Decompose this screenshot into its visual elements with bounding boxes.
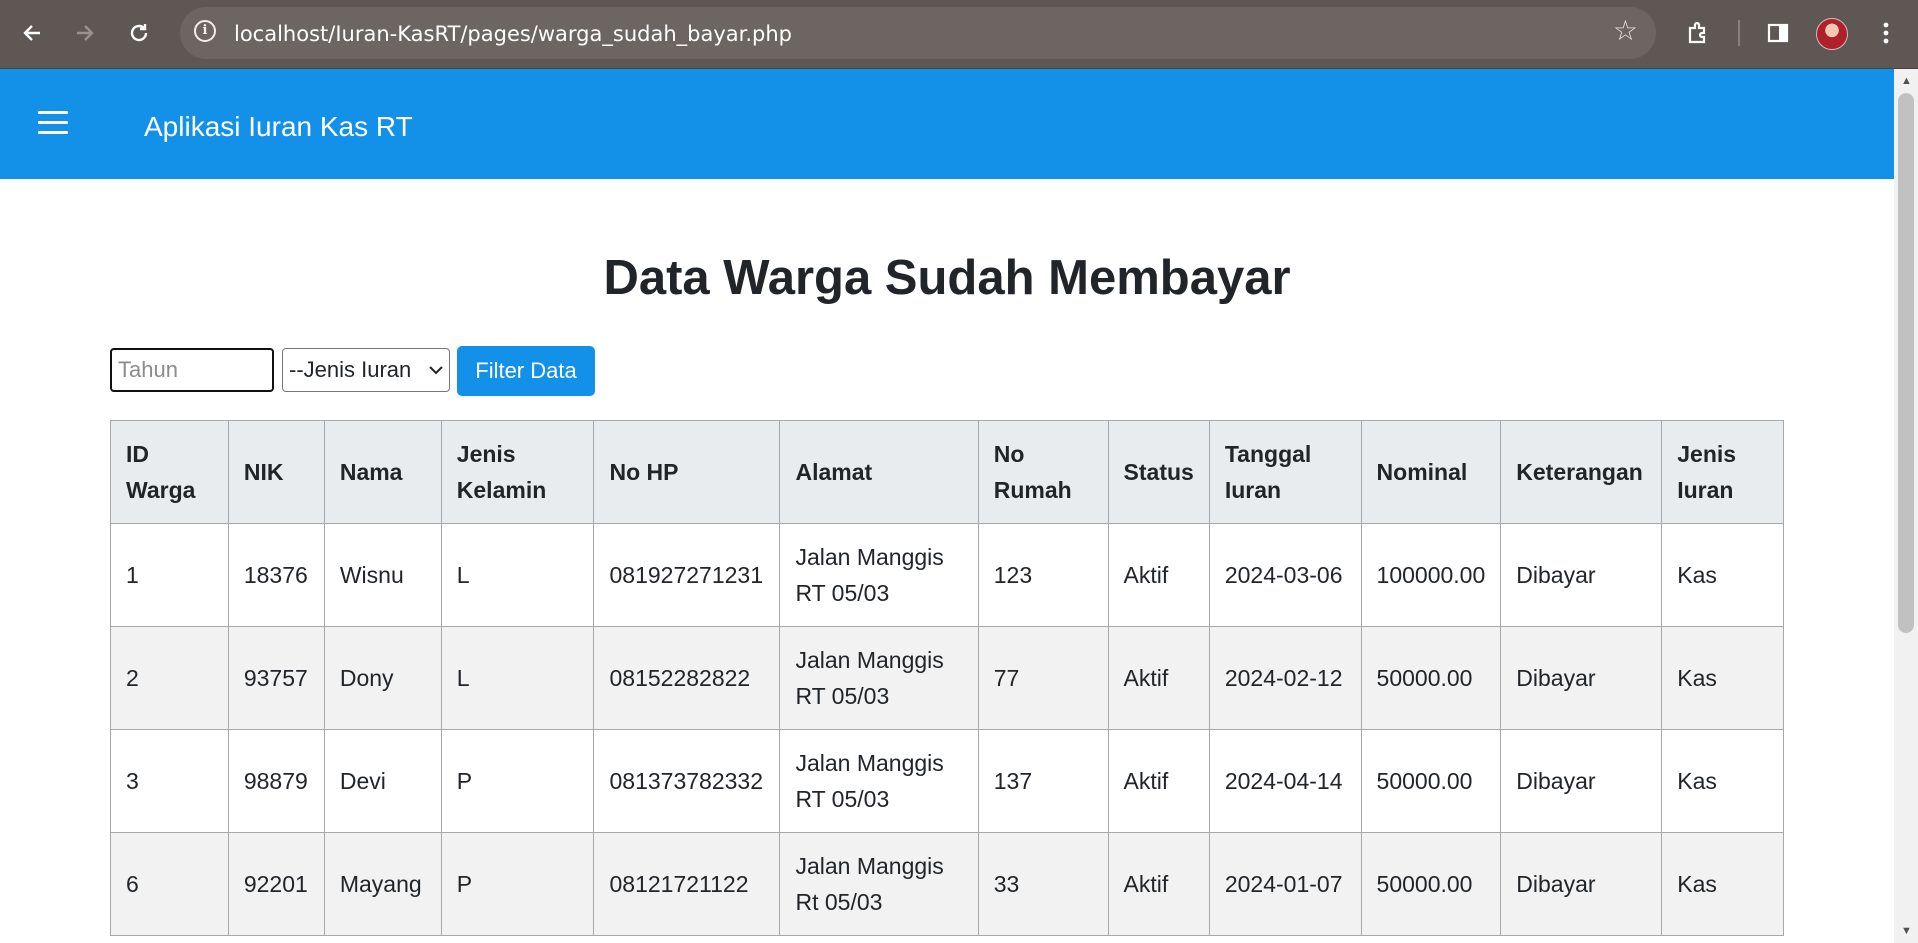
table-cell: 6	[110, 832, 229, 936]
menu-icon[interactable]	[1870, 17, 1902, 49]
table-cell: Jalan Manggis RT 05/03	[779, 523, 979, 627]
table-cell: 2	[110, 626, 229, 730]
table-cell: 3	[110, 729, 229, 833]
table-row: 6 92201 Mayang P 08121721122 Jalan Mangg…	[110, 832, 1784, 936]
table-cell: 18376	[227, 523, 325, 627]
column-header: Nominal	[1360, 420, 1502, 524]
table-cell: P	[440, 832, 595, 936]
table-cell: Kas	[1661, 832, 1784, 936]
column-header: Jenis Iuran	[1661, 420, 1784, 524]
table-cell: Mayang	[323, 832, 442, 936]
table-cell: 2024-03-06	[1208, 523, 1362, 627]
table-cell: Dibayar	[1500, 626, 1663, 730]
filter-data-button[interactable]: Filter Data	[457, 346, 595, 396]
iuran-type-select[interactable]: --Jenis Iuran	[282, 348, 450, 392]
column-header: Nama	[323, 420, 442, 524]
table-cell: Kas	[1661, 626, 1784, 730]
table-cell: Aktif	[1107, 729, 1210, 833]
profile-avatar[interactable]	[1816, 18, 1848, 50]
table-cell: 137	[977, 729, 1109, 833]
table-cell: 77	[977, 626, 1109, 730]
extensions-icon[interactable]	[1682, 17, 1714, 49]
table-cell: 33	[977, 832, 1109, 936]
table-row: 2 93757 Dony L 08152282822 Jalan Manggis…	[110, 626, 1784, 730]
table-cell: 081373782332	[593, 729, 781, 833]
column-header: Tanggal Iuran	[1208, 420, 1362, 524]
hamburger-menu-icon[interactable]	[38, 109, 68, 137]
side-panel-icon[interactable]	[1762, 17, 1794, 49]
table-cell: Jalan Manggis RT 05/03	[779, 729, 979, 833]
table-cell: 98879	[227, 729, 325, 833]
page-title: Data Warga Sudah Membayar	[603, 251, 1291, 305]
table-cell: 081927271231	[593, 523, 781, 627]
table-cell: Dibayar	[1500, 729, 1663, 833]
reload-icon[interactable]	[122, 16, 156, 50]
scroll-down-icon[interactable]: ▼	[1901, 925, 1912, 937]
column-header: ID Warga	[110, 420, 229, 524]
iuran-type-selected: --Jenis Iuran	[289, 357, 412, 382]
table-cell: 08152282822	[593, 626, 781, 730]
table-cell: 93757	[227, 626, 325, 730]
table-cell: Kas	[1661, 729, 1784, 833]
table-cell: 50000.00	[1360, 626, 1502, 730]
year-input[interactable]	[110, 348, 274, 392]
table-cell: 08121721122	[593, 832, 781, 936]
page-scrollbar[interactable]: ▲ ▼	[1894, 69, 1918, 943]
app-title: Aplikasi Iuran Kas RT	[144, 111, 413, 142]
table-row: 3 98879 Devi P 081373782332 Jalan Manggi…	[110, 729, 1784, 833]
back-icon[interactable]	[15, 16, 49, 50]
table-row: 1 18376 Wisnu L 081927271231 Jalan Mangg…	[110, 523, 1784, 627]
table-cell: Wisnu	[323, 523, 442, 627]
table-cell: L	[440, 626, 595, 730]
payments-table: ID Warga NIK Nama Jenis Kelamin No HP Al…	[110, 420, 1784, 936]
column-header: Alamat	[779, 420, 979, 524]
browser-toolbar: i localhost/Iuran-KasRT/pages/warga_suda…	[0, 0, 1918, 69]
address-bar[interactable]: i localhost/Iuran-KasRT/pages/warga_suda…	[180, 7, 1656, 59]
scroll-thumb[interactable]	[1898, 93, 1914, 633]
table-cell: 123	[977, 523, 1109, 627]
column-header: NIK	[227, 420, 325, 524]
table-cell: Devi	[323, 729, 442, 833]
table-cell: 2024-02-12	[1208, 626, 1362, 730]
scroll-up-icon[interactable]: ▲	[1901, 75, 1912, 87]
column-header: Jenis Kelamin	[440, 420, 595, 524]
column-header: No Rumah	[977, 420, 1109, 524]
table-cell: Jalan Manggis Rt 05/03	[779, 832, 979, 936]
column-header: No HP	[593, 420, 781, 524]
site-info-icon[interactable]: i	[194, 20, 216, 42]
table-cell: Jalan Manggis RT 05/03	[779, 626, 979, 730]
table-header-row: ID Warga NIK Nama Jenis Kelamin No HP Al…	[110, 420, 1784, 524]
table-cell: Dony	[323, 626, 442, 730]
table-cell: 100000.00	[1360, 523, 1502, 627]
table-cell: L	[440, 523, 595, 627]
app-header: Aplikasi Iuran Kas RT	[0, 69, 1894, 179]
table-cell: Aktif	[1107, 832, 1210, 936]
chevron-down-icon	[429, 362, 443, 378]
table-cell: 2024-01-07	[1208, 832, 1362, 936]
table-cell: Aktif	[1107, 523, 1210, 627]
table-cell: Kas	[1661, 523, 1784, 627]
table-cell: Dibayar	[1500, 832, 1663, 936]
bookmark-star-icon[interactable]: ☆	[1613, 17, 1638, 45]
toolbar-divider	[1738, 20, 1740, 46]
forward-icon[interactable]	[68, 16, 102, 50]
table-cell: 92201	[227, 832, 325, 936]
table-cell: P	[440, 729, 595, 833]
table-cell: 1	[110, 523, 229, 627]
column-header: Keterangan	[1500, 420, 1663, 524]
url-text: localhost/Iuran-KasRT/pages/warga_sudah_…	[234, 22, 792, 46]
table-cell: Aktif	[1107, 626, 1210, 730]
column-header: Status	[1107, 420, 1210, 524]
table-cell: 50000.00	[1360, 729, 1502, 833]
table-cell: Dibayar	[1500, 523, 1663, 627]
table-cell: 2024-04-14	[1208, 729, 1362, 833]
table-cell: 50000.00	[1360, 832, 1502, 936]
